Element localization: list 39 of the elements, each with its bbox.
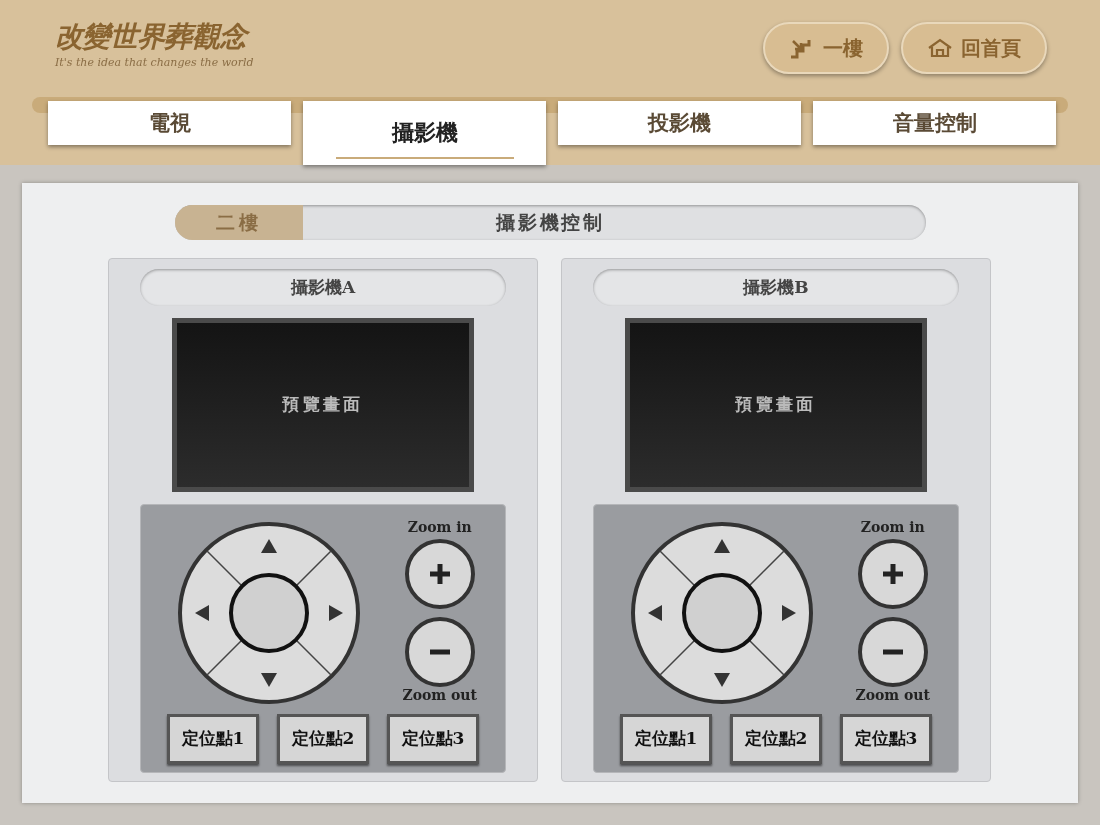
preset-button[interactable]: 定位點1 — [167, 714, 259, 764]
direction-pad[interactable] — [630, 521, 814, 705]
up-arrow-icon — [714, 539, 730, 553]
zoom-out-label: Zoom out — [402, 686, 477, 704]
right-arrow-icon — [329, 605, 343, 621]
tab[interactable]: 音量控制 — [813, 101, 1056, 145]
minus-icon — [428, 648, 451, 655]
tab[interactable]: 攝影機 — [303, 101, 546, 165]
zoom-out-label: Zoom out — [855, 686, 930, 704]
preset-button[interactable]: 定位點2 — [730, 714, 822, 764]
section-title: 攝影機控制 — [494, 210, 607, 236]
preview-label: 預覽畫面 — [282, 393, 364, 417]
preset-button[interactable]: 定位點1 — [620, 714, 712, 764]
tab[interactable]: 電視 — [48, 101, 291, 145]
minus-icon — [881, 648, 904, 655]
tab[interactable]: 投影機 — [558, 101, 801, 145]
preview-label: 預覽畫面 — [735, 393, 817, 417]
zoom-in-label: Zoom in — [407, 519, 472, 537]
preset-button[interactable]: 定位點3 — [840, 714, 932, 764]
zoom-in-label: Zoom in — [860, 519, 925, 537]
logo-tagline: It's the idea that changes the world — [55, 55, 255, 72]
floor-label: 二樓 — [175, 205, 303, 240]
plus-icon — [428, 562, 451, 585]
preset-button[interactable]: 定位點3 — [387, 714, 479, 764]
left-arrow-icon — [648, 605, 662, 621]
up-arrow-icon — [261, 539, 277, 553]
down-arrow-icon — [714, 673, 730, 687]
right-arrow-icon — [782, 605, 796, 621]
center-button[interactable] — [682, 573, 762, 653]
direction-pad[interactable] — [177, 521, 361, 705]
left-arrow-icon — [195, 605, 209, 621]
logo-title: 改變世界葬觀念 — [55, 23, 305, 52]
center-button[interactable] — [229, 573, 309, 653]
camera-title: 攝影機B — [593, 269, 959, 306]
down-arrow-icon — [261, 673, 277, 687]
home-icon — [927, 37, 953, 58]
preset-button[interactable]: 定位點2 — [277, 714, 369, 764]
plus-icon — [881, 562, 904, 585]
camera-title: 攝影機A — [140, 269, 506, 306]
